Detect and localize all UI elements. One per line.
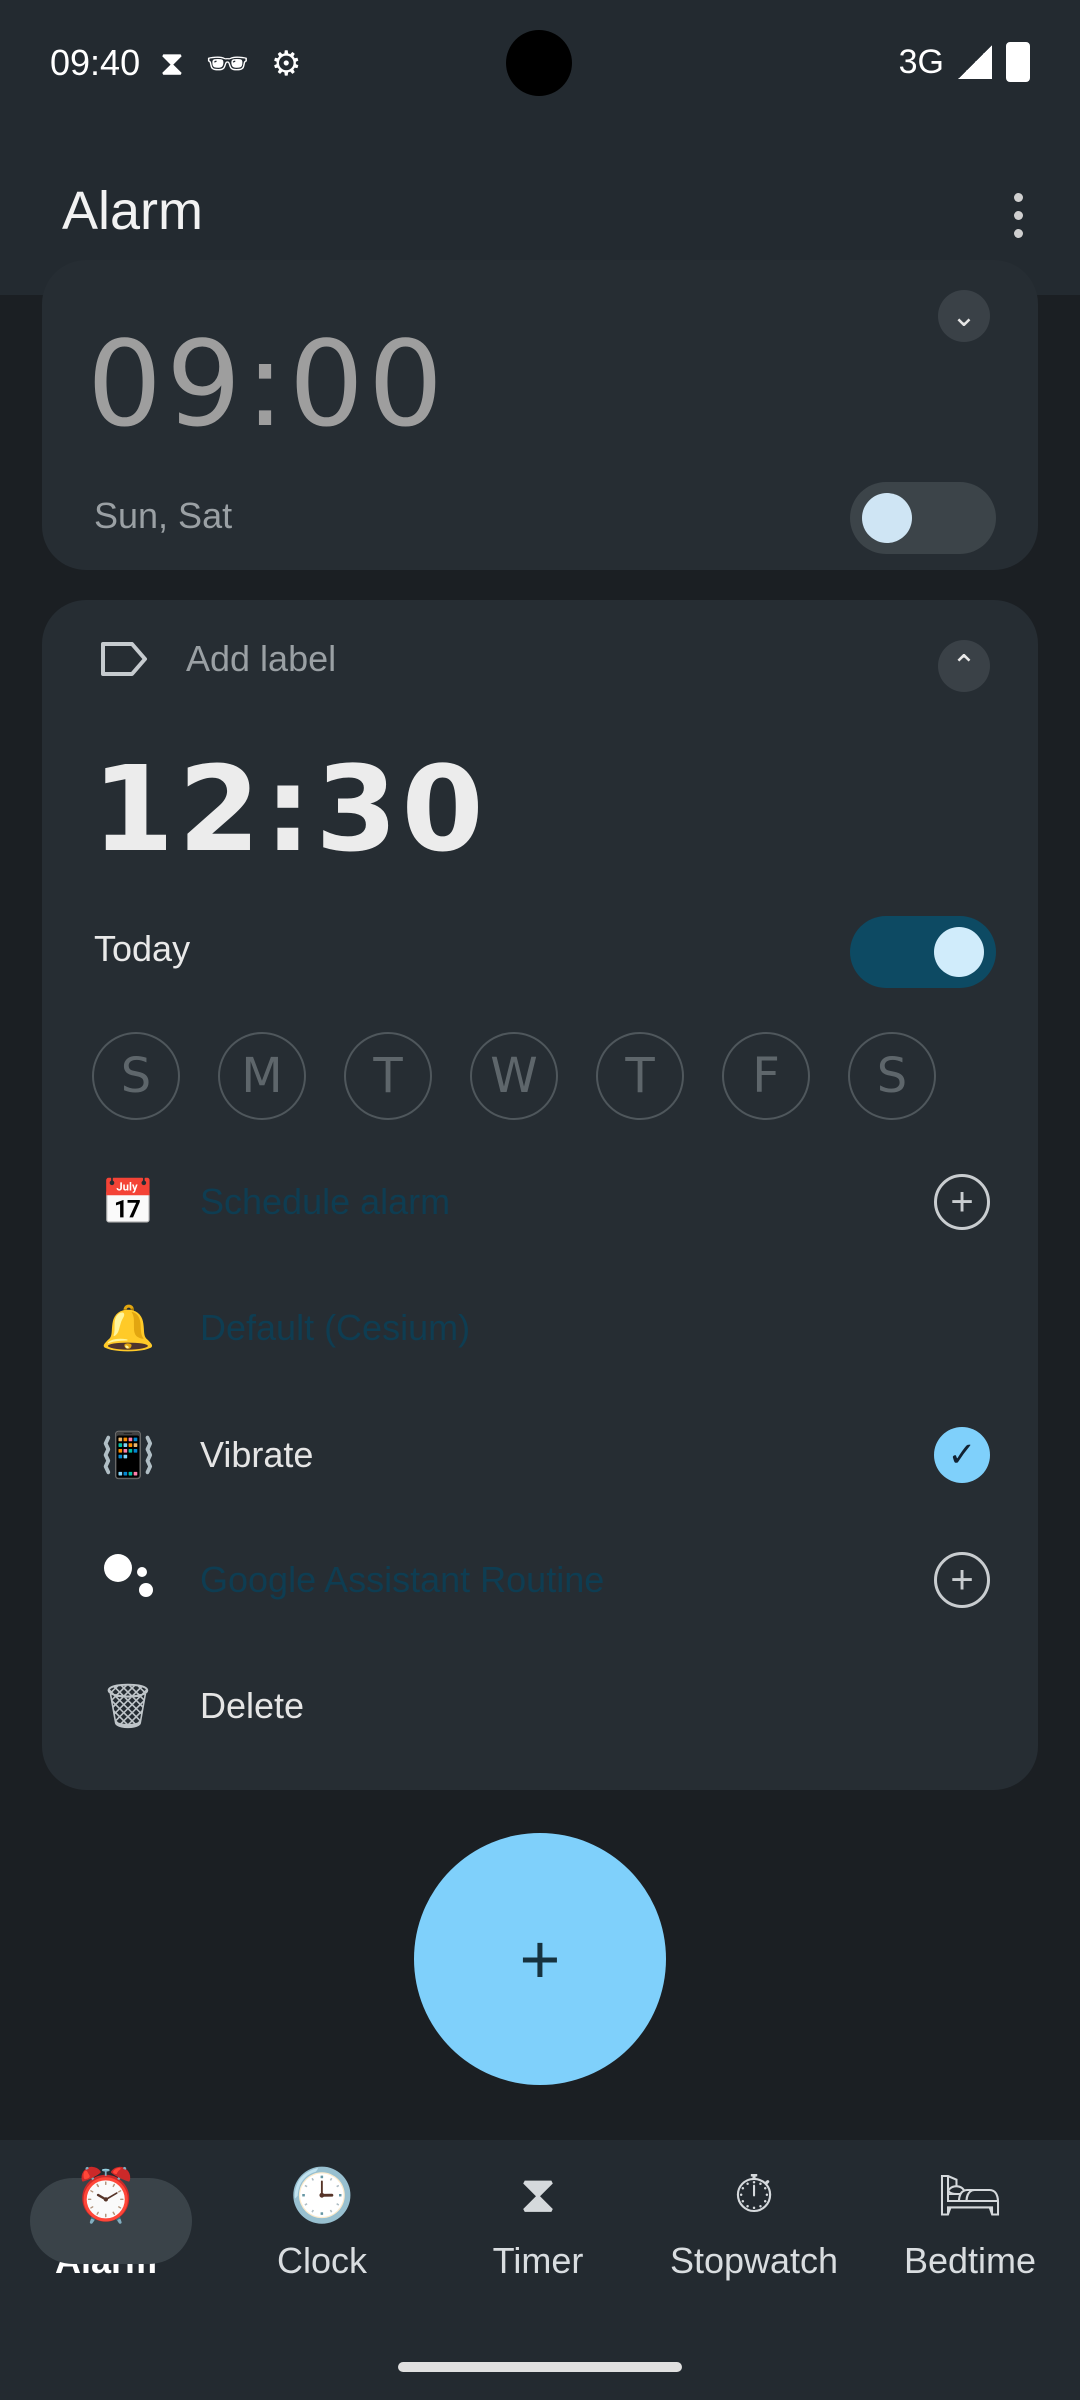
alarm-icon: ⏰: [73, 2166, 139, 2225]
vibrate-row[interactable]: 📳 Vibrate ✓: [100, 1415, 990, 1495]
more-options-button[interactable]: [990, 175, 1046, 255]
assistant-routine-row[interactable]: Google Assistant Routine +: [100, 1540, 990, 1620]
schedule-alarm-label: Schedule alarm: [200, 1181, 451, 1222]
nav-alarm[interactable]: ⏰ Alarm: [6, 2160, 206, 2282]
label-placeholder: Add label: [186, 638, 337, 679]
hourglass-icon: ⧗: [160, 45, 184, 83]
stopwatch-icon: ⏱: [733, 2165, 775, 2224]
alarm-toggle[interactable]: [850, 916, 996, 988]
bed-icon: 🛏: [936, 2166, 1003, 2225]
gesture-handle[interactable]: [398, 2362, 682, 2372]
label-icon: [101, 642, 147, 676]
nav-label: Timer: [492, 2240, 584, 2281]
page-title: Alarm: [62, 181, 204, 241]
network-type: 3G: [898, 42, 944, 81]
more-vert-icon: [1013, 192, 1023, 202]
alarm-day-summary: Today: [94, 928, 191, 969]
nav-bedtime[interactable]: 🛏 Bedtime: [870, 2160, 1070, 2282]
weekday-monday[interactable]: M: [218, 1032, 306, 1120]
vibrate-icon: 📳: [100, 1431, 156, 1480]
nav-label: Bedtime: [903, 2240, 1037, 2281]
vibrate-checkbox[interactable]: ✓: [934, 1427, 990, 1483]
add-alarm-fab[interactable]: +: [414, 1833, 666, 2085]
nav-label: Stopwatch: [669, 2240, 839, 2281]
add-circle-icon[interactable]: +: [934, 1174, 990, 1230]
nav-stopwatch[interactable]: ⏱ Stopwatch: [654, 2160, 854, 2282]
delete-row[interactable]: 🗑 Delete: [100, 1666, 990, 1746]
nav-clock[interactable]: 🕒 Clock: [222, 2160, 422, 2282]
more-vert-dot: [1013, 228, 1023, 238]
alarm-toggle[interactable]: [850, 482, 996, 554]
bottom-navigation: ⏰ Alarm 🕒 Clock ⧗ Timer ⏱ Stopwatch 🛏 Be…: [0, 2140, 1080, 2330]
weekday-tuesday[interactable]: T: [344, 1032, 432, 1120]
incognito-icon: 🕶: [205, 45, 250, 83]
alarm-days: Sun, Sat: [94, 495, 233, 536]
toggle-knob: [862, 493, 912, 543]
alarm-time[interactable]: 12:30: [92, 740, 488, 878]
bell-ring-icon: 🔔: [100, 1304, 156, 1353]
clock-icon: 🕒: [289, 2166, 355, 2225]
ringtone-row[interactable]: 🔔 Default (Cesium): [100, 1288, 990, 1368]
alarm-time[interactable]: 09:00: [87, 315, 447, 453]
signal-icon: [958, 45, 992, 79]
expand-alarm-button[interactable]: ⌄: [938, 290, 990, 342]
status-icons: ⧗ 🕶 ⚙: [160, 44, 302, 84]
google-assistant-icon: [100, 1552, 156, 1608]
weekday-friday[interactable]: F: [722, 1032, 810, 1120]
weekday-saturday[interactable]: S: [848, 1032, 936, 1120]
chevron-up-icon: ⌃: [951, 649, 977, 683]
weekday-selector: S M T W T F S: [92, 1032, 936, 1120]
collapse-alarm-button[interactable]: ⌃: [938, 640, 990, 692]
camera-cutout: [506, 30, 572, 96]
assistant-routine-label: Google Assistant Routine: [200, 1559, 605, 1600]
check-icon: ✓: [947, 1436, 977, 1474]
settings-icon: ⚙: [271, 45, 302, 83]
status-right: 3G: [899, 42, 1030, 82]
battery-icon: [1006, 42, 1030, 82]
weekday-wednesday[interactable]: W: [470, 1032, 558, 1120]
plus-icon: +: [519, 1920, 561, 1998]
alarm-card-collapsed[interactable]: ⌄ 09:00 Sun, Sat: [42, 260, 1038, 570]
calendar-clock-icon: 📅: [100, 1178, 156, 1227]
weekday-sunday[interactable]: S: [92, 1032, 180, 1120]
vibrate-label: Vibrate: [200, 1434, 314, 1475]
hourglass-icon: ⧗: [519, 2165, 557, 2224]
toggle-knob: [934, 927, 984, 977]
chevron-down-icon: ⌄: [951, 299, 977, 333]
ringtone-label: Default (Cesium): [200, 1307, 471, 1348]
schedule-alarm-row[interactable]: 📅 Schedule alarm +: [100, 1162, 990, 1242]
more-vert-dot: [1013, 210, 1023, 220]
trash-icon: 🗑: [100, 1682, 156, 1731]
nav-timer[interactable]: ⧗ Timer: [438, 2160, 638, 2282]
add-circle-icon[interactable]: +: [934, 1552, 990, 1608]
weekday-thursday[interactable]: T: [596, 1032, 684, 1120]
delete-label: Delete: [200, 1685, 305, 1726]
add-label-button[interactable]: Add label: [100, 638, 336, 680]
status-time: 09:40: [50, 42, 141, 83]
nav-label: Clock: [276, 2240, 368, 2281]
alarm-card-expanded: Add label ⌃ 12:30 Today S M T W T F S 📅 …: [42, 600, 1038, 1790]
status-bar: 09:40 ⧗ 🕶 ⚙ 3G: [0, 0, 1080, 130]
